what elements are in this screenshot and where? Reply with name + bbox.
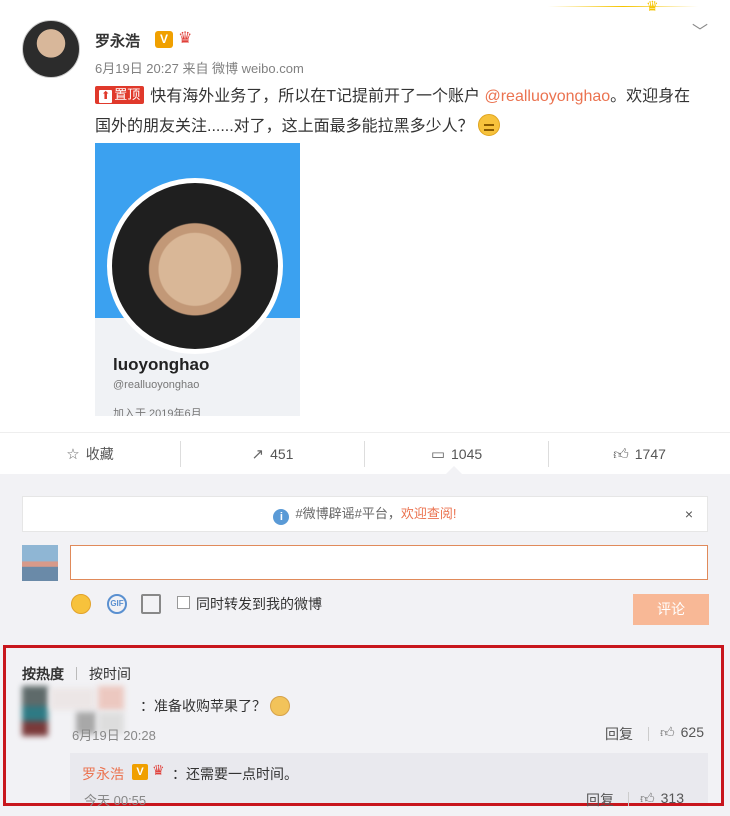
commenter-name-redacted-2	[98, 686, 124, 710]
pinned-badge: ⬆ 置顶	[95, 86, 145, 104]
repost-button[interactable]: ↗ 451	[181, 433, 364, 475]
comment-time: 6月19日 20:28	[72, 728, 156, 743]
decoration-banner: ♛	[548, 0, 698, 14]
comment-like-count: 625	[680, 724, 704, 740]
close-icon[interactable]: ×	[685, 497, 693, 531]
comment-body: ：准备收购苹果了？	[140, 698, 266, 714]
author-name[interactable]: 罗永浩	[95, 30, 140, 51]
attached-image-card[interactable]: luoyonghao @realluoyonghao 加入于 2019年6月	[95, 143, 300, 416]
repost-checkbox-label[interactable]: 同时转发到我的微博	[196, 594, 322, 614]
like-count: 1747	[634, 446, 666, 462]
pinned-label: 置顶	[114, 87, 141, 102]
card-handle: @realluoyonghao	[113, 379, 200, 391]
comment-input[interactable]	[70, 545, 708, 580]
card-joined-date: 加入于 2019年6月	[113, 408, 202, 416]
emoji-picker-icon[interactable]	[71, 594, 91, 614]
notice-text: #微博辟谣#平台，	[295, 506, 401, 521]
pin-arrow-icon: ⬆	[99, 90, 113, 103]
thumbs-up-icon: 👍︎	[660, 724, 675, 740]
sub-reply-time: 今天 00:55	[84, 793, 147, 808]
mention-link[interactable]: @realluoyonghao	[484, 88, 610, 105]
comment-action-divider	[648, 727, 649, 741]
post-meta[interactable]: 6月19日 20:27 来自 微博 weibo.com	[95, 58, 304, 77]
commenter-avatar[interactable]	[22, 686, 48, 736]
submit-comment-button[interactable]: 评论	[633, 594, 709, 625]
comment-reply-button[interactable]: 回复	[605, 724, 633, 744]
sort-by-time-tab[interactable]: 按时间	[89, 664, 131, 684]
rumor-notice-bar: i #微博辟谣#平台，欢迎查阅! ×	[22, 496, 708, 532]
comment-icon: ▭	[430, 446, 446, 463]
verified-badge-icon: V	[155, 31, 173, 48]
star-icon: ☆	[66, 446, 80, 463]
sub-reply-author[interactable]: 罗永浩	[82, 764, 124, 784]
member-crown-icon: ♛	[178, 30, 193, 47]
sub-reply-text: ：还需要一点时间。	[172, 766, 298, 782]
repost-checkbox[interactable]	[177, 596, 190, 609]
thumbs-up-icon: 👍︎	[640, 790, 655, 806]
post-text-part1: 快有海外业务了，所以在T记提前开了一个账户	[150, 88, 485, 105]
sub-reply-like-button[interactable]: 👍︎ 313	[640, 790, 684, 807]
favorite-label: 收藏	[85, 446, 114, 462]
image-upload-icon[interactable]	[141, 594, 161, 614]
repost-icon: ↗	[251, 446, 265, 463]
comment-like-button[interactable]: 👍︎ 625	[660, 724, 704, 741]
comment-pointer	[446, 466, 462, 474]
sub-reply-reply-button[interactable]: 回复	[586, 790, 614, 810]
gif-icon[interactable]: GIF	[107, 594, 127, 614]
post-content: ⬆ 置顶 快有海外业务了，所以在T记提前开了一个账户 @realluoyonghao…	[95, 82, 705, 142]
thumbs-up-icon: 👍︎	[613, 446, 629, 463]
info-icon: i	[273, 509, 290, 525]
member-crown-icon: ♛	[152, 762, 165, 778]
card-profile-photo	[107, 178, 283, 354]
commenter-name-redacted	[50, 688, 95, 710]
repost-count: 451	[270, 446, 294, 462]
author-avatar[interactable]	[22, 20, 80, 78]
smirk-emoji-icon	[477, 114, 500, 136]
doge-emoji-icon	[270, 696, 290, 716]
verified-badge-icon: V	[132, 764, 148, 780]
comment-text: ：准备收购苹果了？	[140, 696, 290, 716]
current-user-avatar	[22, 545, 58, 581]
favorite-button[interactable]: ☆ 收藏	[0, 433, 180, 475]
like-button[interactable]: 👍︎ 1747	[549, 433, 730, 475]
sort-divider	[76, 667, 77, 680]
weibo-post: ♛ 罗永浩 V ♛ 6月19日 20:27 来自 微博 weibo.com ﹀ …	[0, 0, 730, 470]
sub-reply-action-divider	[628, 792, 629, 806]
sub-reply-like-count: 313	[660, 790, 684, 806]
post-action-bar: ☆ 收藏 ↗ 451 ▭ 1045 👍︎ 1747	[0, 432, 730, 474]
comment-count: 1045	[451, 446, 483, 462]
chevron-down-icon[interactable]: ﹀	[692, 18, 710, 41]
sort-by-hot-tab[interactable]: 按热度	[22, 664, 64, 684]
card-name: luoyonghao	[113, 355, 210, 374]
notice-link[interactable]: 欢迎查阅!	[401, 506, 457, 521]
